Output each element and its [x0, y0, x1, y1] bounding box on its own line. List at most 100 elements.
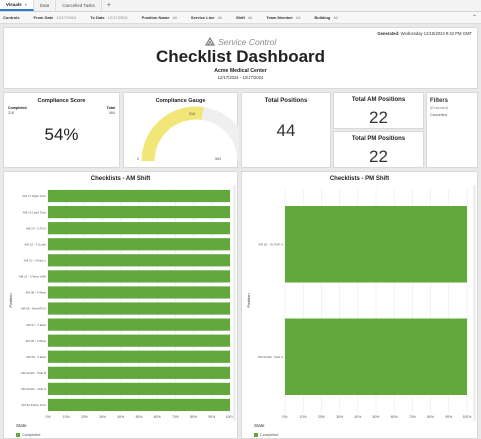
gauge-fill	[141, 106, 204, 162]
filters-title: Filters	[430, 98, 449, 104]
collapse-icon[interactable]: ⌃	[472, 14, 477, 21]
state-label: State	[254, 423, 265, 428]
control-team-member[interactable]: Team Member All	[266, 15, 300, 20]
x-tick-label: 70%	[409, 415, 416, 419]
y-tick-label: AM 10 - 4 East 1	[24, 259, 47, 263]
x-tick-label: 40%	[354, 415, 361, 419]
tab-visuals[interactable]: Visuals ▾	[0, 0, 34, 11]
x-tick-label: 60%	[391, 415, 398, 419]
total-am-positions-card[interactable]: Total AM Positions 22	[333, 92, 424, 129]
page-title: Checklist Dashboard	[155, 47, 326, 66]
bar	[48, 222, 230, 235]
y-tick-label: AM 05 - 3 East	[26, 355, 46, 359]
y-tick-label: PM 00 - OUTOF A	[259, 242, 283, 246]
control-shift[interactable]: Shift All	[236, 15, 252, 20]
tab-label: Data	[39, 3, 50, 8]
card-title: Compliance Score	[37, 98, 86, 104]
controls-bar: Controls From Date 12/17/2024 To Date 12/1…	[0, 12, 481, 24]
y-tick-label: AM 11 - 5 West (AB)	[19, 275, 46, 279]
brand-name: Service Control	[218, 37, 277, 47]
control-value: All	[217, 15, 222, 20]
x-tick-label: 10%	[300, 415, 307, 419]
x-tick-label: 80%	[190, 415, 197, 419]
bar	[285, 318, 467, 395]
x-tick-label: 70%	[172, 415, 179, 419]
control-key: From Date	[33, 15, 54, 20]
completed-value: 318	[8, 111, 14, 115]
x-tick-label: 90%	[208, 415, 215, 419]
x-tick-label: 60%	[154, 415, 161, 419]
tab-label: Cancelled Tasks	[62, 3, 95, 8]
sheet-tab-bar: Visuals ▾ Data Cancelled Tasks +	[0, 0, 481, 12]
bar	[48, 286, 230, 299]
control-key: Building	[314, 15, 331, 20]
legend-label: Completed	[260, 433, 279, 437]
legend-swatch	[16, 433, 20, 437]
state-label: State	[16, 423, 27, 428]
compliance-gauge-card[interactable]: Compliance Gauge 318 0 584	[123, 92, 239, 168]
bar	[48, 382, 230, 395]
total-pm-value: 22	[369, 147, 388, 166]
total-am-value: 22	[369, 108, 388, 127]
control-key: Team Member	[266, 15, 293, 20]
y-tick-label: AM 07 - 4 East	[26, 323, 46, 327]
bar	[48, 238, 230, 251]
tab-data[interactable]: Data	[34, 0, 57, 11]
bar	[48, 206, 230, 219]
pm-shift-chart-panel[interactable]: 0% 10% 20% 30% 40% 50% 60% 70% 80% 90% 100% PM 00 -…	[241, 171, 478, 439]
completed-label: Completed	[8, 106, 27, 110]
control-from-date[interactable]: From Date 12/17/2024	[33, 15, 76, 20]
x-tick-label: 0%	[283, 415, 288, 419]
total-positions-card[interactable]: Total Positions 44	[241, 92, 331, 168]
control-position-name[interactable]: Position Name All	[142, 15, 177, 20]
control-service-line[interactable]: Service Line All	[191, 15, 222, 20]
am-shift-chart-panel[interactable]: 0% 10% 20% 30% 40% 50% 60% 70% 80% 90% 100% AM 17 N…	[3, 171, 238, 439]
compliance-percent: 54%	[44, 125, 79, 144]
x-tick-label: 100%	[463, 415, 472, 419]
filters-card: Filters (Excluded) Cancelled	[426, 92, 478, 168]
generated-label: Generated:	[377, 31, 400, 36]
compliance-score-card[interactable]: Compliance Score Completed 318 Total 584…	[3, 92, 120, 168]
gauge-value-label: 318	[189, 112, 195, 116]
am-shift-chart: 0% 10% 20% 30% 40% 50% 60% 70% 80% 90% 100%AM 17 N…	[8, 188, 234, 419]
y-tick-label: AM 04 ED - Side B	[21, 371, 46, 375]
scrollbar[interactable]	[473, 185, 476, 421]
bar	[285, 206, 467, 283]
scrollbar[interactable]	[233, 185, 236, 421]
filters-value: Cancelled	[430, 113, 447, 117]
y-tick-label: AM 02 Police Tech	[21, 403, 46, 407]
control-key: Shift	[235, 15, 245, 20]
controls-label: Controls	[3, 15, 20, 20]
bar	[48, 189, 230, 203]
control-value: All	[333, 15, 338, 20]
card-title: Total AM Positions	[351, 97, 406, 103]
tab-cancelled-tasks[interactable]: Cancelled Tasks	[56, 0, 102, 11]
x-tick-label: 20%	[318, 415, 325, 419]
add-tab-icon[interactable]: +	[102, 0, 116, 11]
x-tick-label: 20%	[81, 415, 88, 419]
chart-legend: Completed	[16, 433, 40, 437]
y-tick-label: PM 03 ED - Side A	[258, 355, 283, 359]
y-tick-label: AM 16 Lead Tech	[23, 210, 47, 214]
service-control-logo-icon	[204, 37, 215, 46]
total-label: Total	[106, 106, 115, 110]
legend-label: Completed	[22, 433, 41, 437]
x-tick-label: 30%	[99, 415, 106, 419]
control-value: 12/17/2024	[56, 15, 77, 20]
x-tick-label: 30%	[336, 415, 343, 419]
card-title: Total Positions	[264, 98, 308, 104]
control-building[interactable]: Building All	[314, 15, 337, 20]
total-pm-positions-card[interactable]: Total PM Positions 22	[333, 131, 424, 168]
control-key: Position Name	[141, 15, 170, 20]
bar	[48, 318, 230, 331]
y-tick-label: AM 17 Night Tech	[22, 194, 46, 198]
generated-timestamp: Generated: Wednesday 12/18/2024 9:42 PM …	[377, 31, 472, 36]
close-icon[interactable]: ▾	[25, 2, 27, 7]
control-to-date[interactable]: To Date 12/17/2024	[90, 15, 127, 20]
y-axis-label: Position	[246, 293, 251, 307]
x-tick-label: 10%	[63, 415, 70, 419]
gauge-chart	[141, 106, 239, 162]
x-tick-label: 40%	[117, 415, 124, 419]
total-value: 584	[109, 111, 115, 115]
control-value: All	[172, 15, 177, 20]
